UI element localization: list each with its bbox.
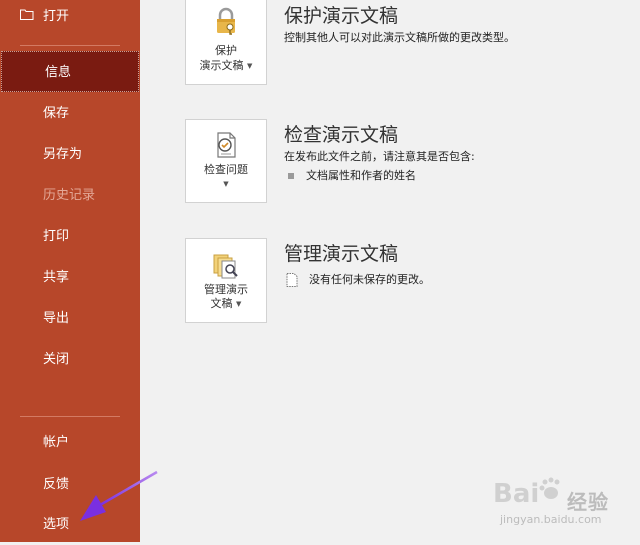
manage-versions-icon [213,254,238,279]
sidebar-item-label: 信息 [45,65,72,80]
manage-status-row: 没有任何未保存的更改。 [286,271,430,287]
folder-open-icon [20,9,34,20]
manage-title: 管理演示文稿 [284,243,399,265]
sidebar-item-options[interactable]: 选项 [0,504,140,545]
sidebar-item-close[interactable]: 关闭 [0,339,140,380]
sidebar-item-label: 共享 [43,270,70,285]
sidebar-item-label: 导出 [43,311,70,326]
sidebar-item-label: 历史记录 [43,188,96,203]
sidebar-item-label: 选项 [43,517,70,532]
dropdown-caret-icon: ▼ [223,180,229,188]
manage-button-label-1: 管理演示 [204,283,248,296]
dropdown-caret-icon: ▼ [236,300,242,308]
sidebar-item-print[interactable]: 打印 [0,216,140,257]
watermark-url: jingyan.baidu.com [500,513,602,526]
backstage-sidebar: 打开 信息 保存 另存为 历史记录 打印 共享 导出 关闭 帐户 反馈 选项 [0,0,140,542]
protect-presentation-button[interactable]: 保护 演示文稿 ▼ [185,0,267,85]
lock-key-icon [217,7,235,35]
inspect-description: 在发布此文件之前，请注意其是否包含: [284,150,475,163]
protect-title: 保护演示文稿 [284,5,399,27]
inspect-bullet-item: 文档属性和作者的姓名 [288,167,416,183]
sidebar-item-label: 打印 [43,229,70,244]
sidebar-item-label: 关闭 [43,352,70,367]
sidebar-item-label: 另存为 [43,147,83,162]
manage-button-label-2: 文稿 ▼ [210,297,242,310]
bullet-square-icon [288,173,294,179]
sidebar-item-feedback[interactable]: 反馈 [0,464,140,505]
sidebar-item-label: 帐户 [43,435,70,450]
check-issues-button-label: 检查问题 [204,163,248,176]
sidebar-item-label: 打开 [43,9,70,24]
sidebar-item-history: 历史记录 [0,175,140,216]
sidebar-item-account[interactable]: 帐户 [0,422,140,463]
protect-description: 控制其他人可以对此演示文稿所做的更改类型。 [284,31,515,44]
watermark-brand: 经验 [567,490,609,514]
sidebar-item-open[interactable]: 打开 [0,0,140,37]
check-for-issues-button[interactable]: 检查问题 ▼ [185,119,267,203]
sidebar-divider [20,416,120,417]
inspect-title: 检查演示文稿 [284,124,399,146]
sidebar-item-info[interactable]: 信息 [1,51,139,92]
inspect-document-icon [217,132,236,158]
sidebar-item-export[interactable]: 导出 [0,298,140,339]
sidebar-item-save[interactable]: 保存 [0,93,140,134]
sidebar-item-label: 保存 [43,106,70,121]
document-small-icon [286,273,298,287]
sidebar-item-save-as[interactable]: 另存为 [0,134,140,175]
protect-button-label-2: 演示文稿 ▼ [199,59,253,72]
sidebar-item-label: 反馈 [43,477,70,492]
sidebar-divider [20,45,120,46]
svg-text:Bai: Bai [493,479,539,509]
dropdown-caret-icon: ▼ [247,62,253,70]
manage-presentation-button[interactable]: 管理演示 文稿 ▼ [185,238,267,323]
sidebar-item-share[interactable]: 共享 [0,257,140,298]
protect-button-label-1: 保护 [215,44,237,57]
